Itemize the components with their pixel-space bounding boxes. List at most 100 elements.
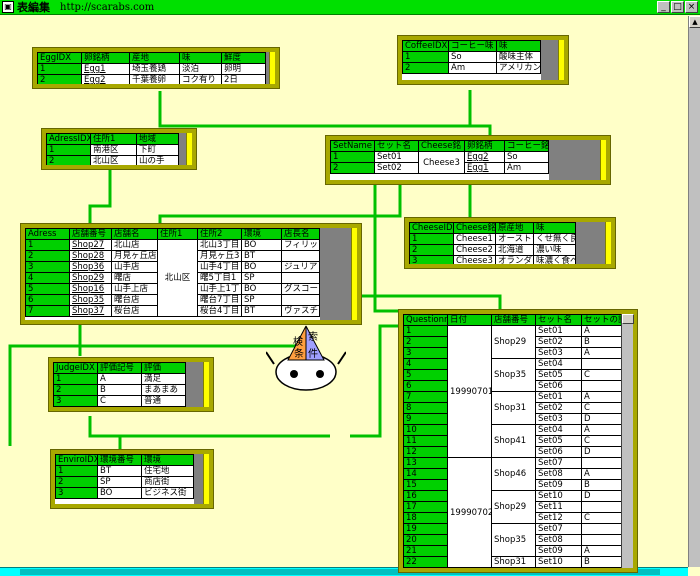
table-row[interactable]: 1 Egg1 埼玉養鶏 淡泊 卵明 bbox=[37, 63, 266, 75]
set-table[interactable]: SetName セット名 Cheese銘 卵銘柄 コーヒー銘 1 Set01 Cheese3 E… bbox=[325, 135, 611, 185]
scroll-up-icon[interactable]: ▲ bbox=[689, 16, 700, 28]
table-cell[interactable]: 1 bbox=[409, 233, 454, 245]
table-cell[interactable]: A bbox=[581, 424, 621, 436]
table-cell[interactable]: 19 bbox=[403, 523, 448, 535]
table-cell[interactable]: Set02 bbox=[374, 162, 419, 174]
table-cell[interactable]: 15 bbox=[403, 479, 448, 491]
column-header[interactable]: Cheese銘 bbox=[418, 140, 465, 152]
table-cell[interactable]: Shop35 bbox=[491, 358, 536, 392]
table-cell[interactable]: 2 bbox=[25, 250, 70, 262]
table-cell[interactable]: 下町 bbox=[136, 144, 179, 156]
column-header[interactable]: 味 bbox=[533, 222, 576, 234]
table-cell[interactable]: 2日 bbox=[221, 74, 266, 84]
table-cell[interactable]: 北山区 bbox=[90, 155, 137, 165]
table-cell[interactable]: So bbox=[448, 51, 497, 63]
table-cell[interactable]: D bbox=[581, 413, 621, 425]
table-cell[interactable]: 桜台店 bbox=[111, 305, 158, 317]
vertical-scrollbar[interactable]: ▲ bbox=[688, 16, 700, 567]
table-cell[interactable]: Am bbox=[448, 62, 497, 74]
table-cell[interactable]: Set03 bbox=[535, 413, 582, 425]
table-cell[interactable]: ヴァスチ bbox=[281, 305, 320, 317]
table-cell[interactable] bbox=[581, 380, 621, 392]
table-cell[interactable]: Set10 bbox=[535, 490, 582, 502]
table-cell[interactable]: 味濃く食べ bbox=[533, 255, 576, 264]
table-cell[interactable]: A bbox=[581, 468, 621, 480]
table-cell[interactable]: Set07 bbox=[535, 523, 582, 535]
table-cell[interactable]: 北海道 bbox=[495, 244, 534, 256]
column-header[interactable]: コーヒー銘 bbox=[504, 140, 549, 152]
table-cell[interactable]: 5 bbox=[25, 283, 70, 295]
column-header[interactable]: 環境番号 bbox=[97, 454, 142, 466]
table-cell[interactable] bbox=[281, 250, 320, 262]
table-cell[interactable]: 山手店 bbox=[111, 261, 158, 273]
table-scrollbar[interactable] bbox=[186, 133, 192, 165]
table-cell[interactable]: A bbox=[581, 347, 621, 359]
table-cell[interactable]: Set12 bbox=[535, 512, 582, 524]
table-cell[interactable]: Set09 bbox=[535, 545, 582, 557]
table-cell[interactable]: 満足 bbox=[141, 373, 186, 385]
column-header[interactable]: セットの評 bbox=[581, 314, 621, 326]
table-scrollbar[interactable] bbox=[621, 314, 634, 568]
egg-table[interactable]: EggIDX 卵銘柄 産地味鮮度 1 Egg1 埼玉養鶏 淡泊 卵明 2 Egg2 千葉養卵 コク有り… bbox=[32, 47, 280, 89]
table-cell[interactable]: 6 bbox=[25, 294, 70, 306]
column-header[interactable]: 店舗番号 bbox=[491, 314, 536, 326]
table-cell[interactable]: 4 bbox=[403, 358, 448, 370]
table-cell[interactable]: C bbox=[581, 402, 621, 414]
table-cell[interactable]: 16 bbox=[403, 490, 448, 502]
table-cell[interactable]: くせ無く良 bbox=[533, 233, 576, 245]
table-cell[interactable]: 山の手 bbox=[136, 155, 179, 165]
adress-table[interactable]: AdressIDX 住所1 地域 1 南港区 下町 2 北山区 山の手 bbox=[41, 128, 197, 170]
judge-table[interactable]: JudgeIDX 評価記号 評価 1 A 満足 2 B まあまあ 3 C 普通 bbox=[48, 357, 214, 412]
table-cell[interactable]: 7 bbox=[25, 305, 70, 317]
table-cell[interactable]: 1 bbox=[53, 373, 98, 385]
table-cell[interactable]: 商店街 bbox=[141, 476, 194, 488]
table-scrollbar[interactable] bbox=[203, 454, 209, 504]
table-cell[interactable]: BT bbox=[241, 305, 282, 317]
question-table[interactable]: Questionn日付店舗番号セット名セットの評119990701Shop29S… bbox=[398, 309, 638, 573]
column-header[interactable]: 味 bbox=[179, 52, 222, 64]
table-row[interactable]: 1Shop27北山店北山区北山3丁目BOフィリップ bbox=[25, 239, 320, 317]
table-cell[interactable]: BO bbox=[97, 487, 142, 499]
table-cell[interactable]: 山手4丁目 bbox=[197, 261, 242, 273]
table-cell[interactable]: 10 bbox=[403, 424, 448, 436]
table-row[interactable]: 16 Shop29 Set10 D bbox=[403, 490, 621, 524]
table-cell[interactable]: 千葉養卵 bbox=[129, 74, 180, 84]
scroll-up-icon[interactable] bbox=[622, 314, 634, 324]
table-cell[interactable]: オーストラリア bbox=[495, 233, 534, 245]
table-scrollbar[interactable] bbox=[605, 222, 611, 264]
table-cell[interactable]: Am bbox=[504, 162, 549, 174]
table-cell[interactable]: Shop36 bbox=[69, 261, 112, 273]
table-cell[interactable]: D bbox=[581, 490, 621, 502]
table-cell[interactable]: BO bbox=[241, 283, 282, 295]
table-cell[interactable]: 3 bbox=[55, 487, 98, 499]
table-cell[interactable]: Cheese3 bbox=[453, 255, 496, 264]
table-cell[interactable]: Set03 bbox=[535, 347, 582, 359]
table-cell[interactable]: 曙5丁目1 bbox=[197, 272, 242, 284]
column-header[interactable]: 鮮度 bbox=[221, 52, 266, 64]
table-cell[interactable]: 1 bbox=[403, 325, 448, 337]
table-cell[interactable]: 2 bbox=[409, 244, 454, 256]
column-header[interactable]: AdressIDX bbox=[46, 133, 91, 145]
table-cell[interactable]: Set06 bbox=[535, 446, 582, 458]
table-cell[interactable]: 1 bbox=[37, 63, 82, 75]
table-row[interactable]: 2 Am アメリカン bbox=[402, 62, 541, 74]
table-cell[interactable]: 2 bbox=[402, 62, 449, 74]
table-cell[interactable]: Shop29 bbox=[491, 325, 536, 359]
table-cell[interactable]: 19990701 bbox=[447, 325, 492, 458]
table-scrollbar[interactable] bbox=[203, 362, 209, 407]
table-cell[interactable] bbox=[581, 534, 621, 546]
table-row[interactable]: 7 Shop31 Set01 A bbox=[403, 391, 621, 425]
table-cell[interactable]: 2 bbox=[46, 155, 91, 165]
table-row[interactable]: 1 南港区 下町 bbox=[46, 144, 179, 156]
table-cell[interactable]: Set05 bbox=[535, 435, 582, 447]
table-cell[interactable]: 曙店 bbox=[111, 272, 158, 284]
table-cell[interactable]: B bbox=[581, 479, 621, 491]
table-row[interactable]: 4 Shop35 Set04 bbox=[403, 358, 621, 392]
table-cell[interactable]: 13 bbox=[403, 457, 448, 469]
table-cell[interactable]: 1 bbox=[330, 151, 375, 163]
table-cell[interactable]: 7 bbox=[403, 391, 448, 403]
table-cell[interactable]: 2 bbox=[403, 336, 448, 348]
table-cell[interactable]: Cheese2 bbox=[453, 244, 496, 256]
table-cell[interactable] bbox=[581, 501, 621, 513]
table-cell[interactable]: 卵明 bbox=[221, 63, 266, 75]
